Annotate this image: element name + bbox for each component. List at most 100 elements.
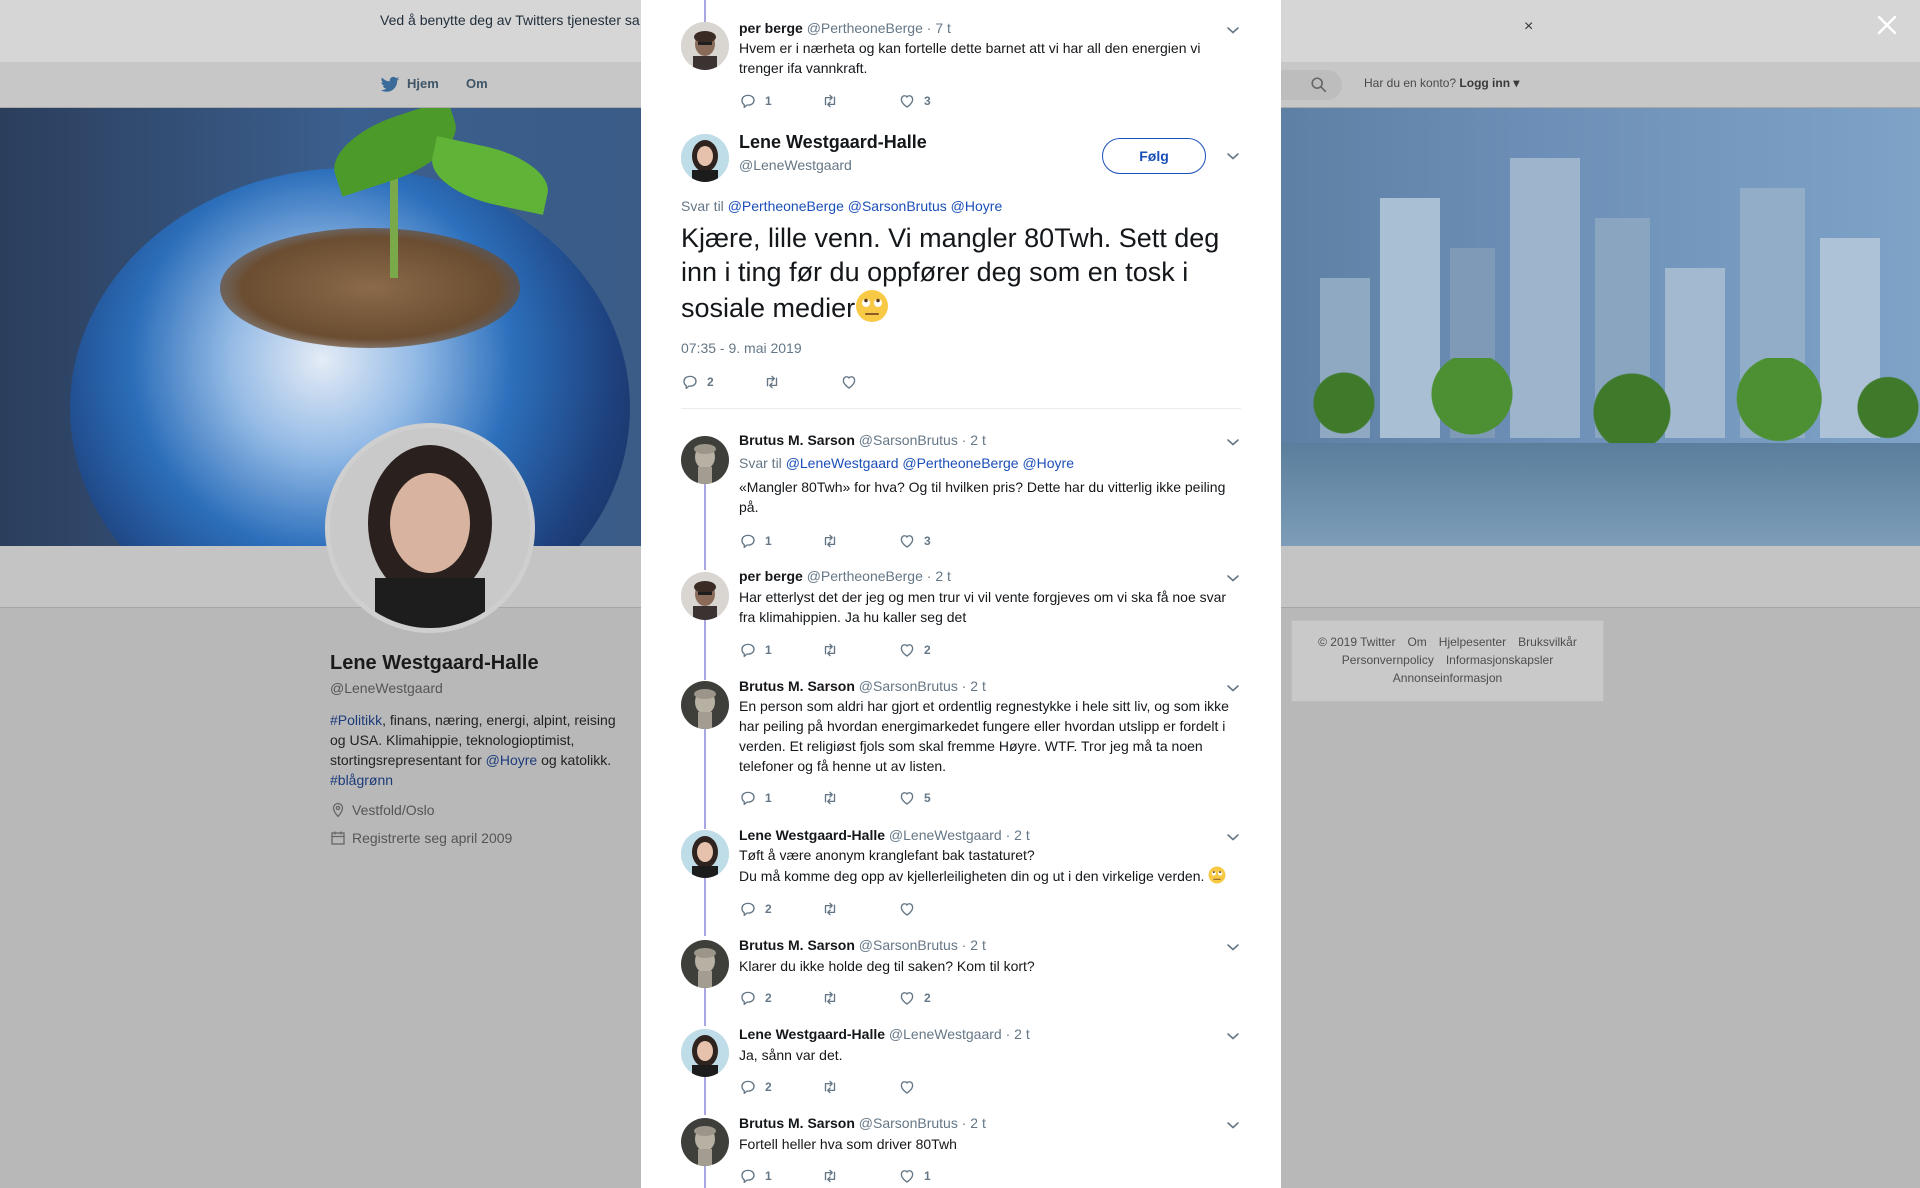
chevron-down-icon[interactable]	[1226, 1120, 1240, 1130]
tweet-time[interactable]: · 7 t	[927, 20, 951, 36]
chevron-down-icon[interactable]	[1226, 942, 1240, 952]
chevron-down-icon[interactable]	[1226, 683, 1240, 693]
reply-button[interactable]: 1	[739, 1167, 772, 1185]
reply-button[interactable]: 1	[739, 789, 772, 807]
avatar[interactable]	[681, 1029, 729, 1077]
retweet-button[interactable]	[821, 900, 847, 918]
retweet-button[interactable]	[821, 92, 847, 110]
author-handle[interactable]: @LeneWestgaard	[889, 827, 1002, 843]
author-name[interactable]: Lene Westgaard-Halle	[739, 827, 885, 843]
footer-link-cookies[interactable]: Informasjonskapsler	[1446, 653, 1553, 667]
nav-about-link[interactable]: Om	[466, 76, 488, 91]
tweet-time[interactable]: · 2 t	[962, 937, 986, 953]
search-icon[interactable]	[1310, 76, 1328, 94]
profile-avatar[interactable]	[325, 423, 535, 633]
main-tweet-timestamp[interactable]: 07:35 - 9. mai 2019	[681, 340, 802, 356]
author-handle[interactable]: @LeneWestgaard	[889, 1026, 1002, 1042]
like-button[interactable]: 5	[898, 789, 931, 807]
close-icon[interactable]	[1876, 14, 1898, 36]
author-handle[interactable]: @LeneWestgaard	[739, 157, 852, 173]
reply-to-mentions[interactable]: @LeneWestgaard @PertheoneBerge @Hoyre	[786, 455, 1074, 471]
author-name[interactable]: Lene Westgaard-Halle	[739, 1026, 885, 1042]
nav-home-link[interactable]: Hjem	[407, 76, 439, 91]
avatar[interactable]	[681, 572, 729, 620]
tweet-time[interactable]: · 2 t	[1006, 1026, 1030, 1042]
retweet-button[interactable]	[763, 373, 789, 391]
like-button[interactable]: 1	[898, 1167, 931, 1185]
cookie-close-button[interactable]: ×	[1524, 18, 1533, 36]
footer-link-privacy[interactable]: Personvernpolicy	[1342, 653, 1434, 667]
footer-link-terms[interactable]: Bruksvilkår	[1518, 635, 1577, 649]
author-handle[interactable]: @SarsonBrutus	[859, 678, 958, 694]
retweet-icon	[821, 1167, 839, 1185]
author-handle[interactable]: @SarsonBrutus	[859, 937, 958, 953]
chevron-down-icon[interactable]	[1226, 832, 1240, 842]
retweet-button[interactable]	[821, 989, 847, 1007]
tweet-time[interactable]: · 2 t	[927, 568, 951, 584]
tweet-time[interactable]: · 2 t	[962, 432, 986, 448]
like-count: 3	[924, 94, 931, 108]
login-button[interactable]: Logg inn	[1459, 76, 1510, 90]
chevron-down-icon[interactable]	[1226, 437, 1240, 447]
like-button[interactable]	[898, 900, 924, 918]
like-button[interactable]: 2	[898, 989, 931, 1007]
avatar[interactable]	[681, 940, 729, 988]
thread-line	[704, 729, 706, 829]
reply-button[interactable]: 1	[739, 532, 772, 550]
bio-mention-link[interactable]: @Hoyre	[486, 752, 538, 768]
retweet-button[interactable]	[821, 789, 847, 807]
reply-button[interactable]: 1	[739, 92, 772, 110]
follow-button[interactable]: Følg	[1102, 138, 1206, 174]
chevron-down-icon[interactable]	[1226, 1031, 1240, 1041]
author-handle[interactable]: @SarsonBrutus	[859, 1115, 958, 1131]
reply-to-mentions[interactable]: @PertheoneBerge @SarsonBrutus @Hoyre	[728, 198, 1003, 214]
avatar[interactable]	[681, 681, 729, 729]
footer-link-ads[interactable]: Annonseinformasjon	[1393, 671, 1502, 685]
chevron-down-icon[interactable]	[1226, 151, 1240, 161]
retweet-button[interactable]	[821, 641, 847, 659]
reply-button[interactable]: 1	[739, 641, 772, 659]
like-button[interactable]: 3	[898, 532, 931, 550]
retweet-icon	[763, 373, 781, 391]
author-handle[interactable]: @PertheoneBerge	[807, 568, 923, 584]
reply-button[interactable]: 2	[739, 900, 772, 918]
tweet-time[interactable]: · 2 t	[962, 1115, 986, 1131]
author-name[interactable]: Lene Westgaard-Halle	[739, 132, 927, 153]
avatar[interactable]	[681, 134, 729, 182]
chevron-down-icon[interactable]	[1226, 573, 1240, 583]
like-button[interactable]: 3	[898, 92, 931, 110]
login-caret-icon[interactable]: ▾	[1510, 76, 1519, 90]
reply-button[interactable]: 2	[739, 1078, 772, 1096]
bio-hashtag-link[interactable]: #blågrønn	[330, 772, 393, 788]
tweet-time[interactable]: · 2 t	[962, 678, 986, 694]
author-name[interactable]: per berge	[739, 20, 803, 36]
avatar[interactable]	[681, 1118, 729, 1166]
author-name[interactable]: Brutus M. Sarson	[739, 678, 855, 694]
retweet-icon	[821, 989, 839, 1007]
twitter-bird-icon[interactable]	[380, 76, 400, 94]
author-handle[interactable]: @SarsonBrutus	[859, 432, 958, 448]
avatar[interactable]	[681, 436, 729, 484]
like-icon	[898, 1078, 916, 1096]
author-name[interactable]: Brutus M. Sarson	[739, 1115, 855, 1131]
author-name[interactable]: Brutus M. Sarson	[739, 937, 855, 953]
retweet-button[interactable]	[821, 1078, 847, 1096]
chevron-down-icon[interactable]	[1226, 25, 1240, 35]
reply-button[interactable]: 2	[681, 373, 714, 391]
like-button[interactable]: 2	[898, 641, 931, 659]
author-handle[interactable]: @PertheoneBerge	[807, 20, 923, 36]
retweet-button[interactable]	[821, 1167, 847, 1185]
retweet-button[interactable]	[821, 532, 847, 550]
like-button[interactable]	[840, 373, 866, 391]
thread-line	[704, 484, 706, 570]
avatar[interactable]	[681, 830, 729, 878]
footer-link-help[interactable]: Hjelpesenter	[1439, 635, 1506, 649]
bio-hashtag-link[interactable]: #Politikk	[330, 712, 382, 728]
footer-link-about[interactable]: Om	[1407, 635, 1426, 649]
reply-button[interactable]: 2	[739, 989, 772, 1007]
avatar[interactable]	[681, 22, 729, 70]
author-name[interactable]: Brutus M. Sarson	[739, 432, 855, 448]
like-button[interactable]	[898, 1078, 924, 1096]
tweet-time[interactable]: · 2 t	[1006, 827, 1030, 843]
author-name[interactable]: per berge	[739, 568, 803, 584]
